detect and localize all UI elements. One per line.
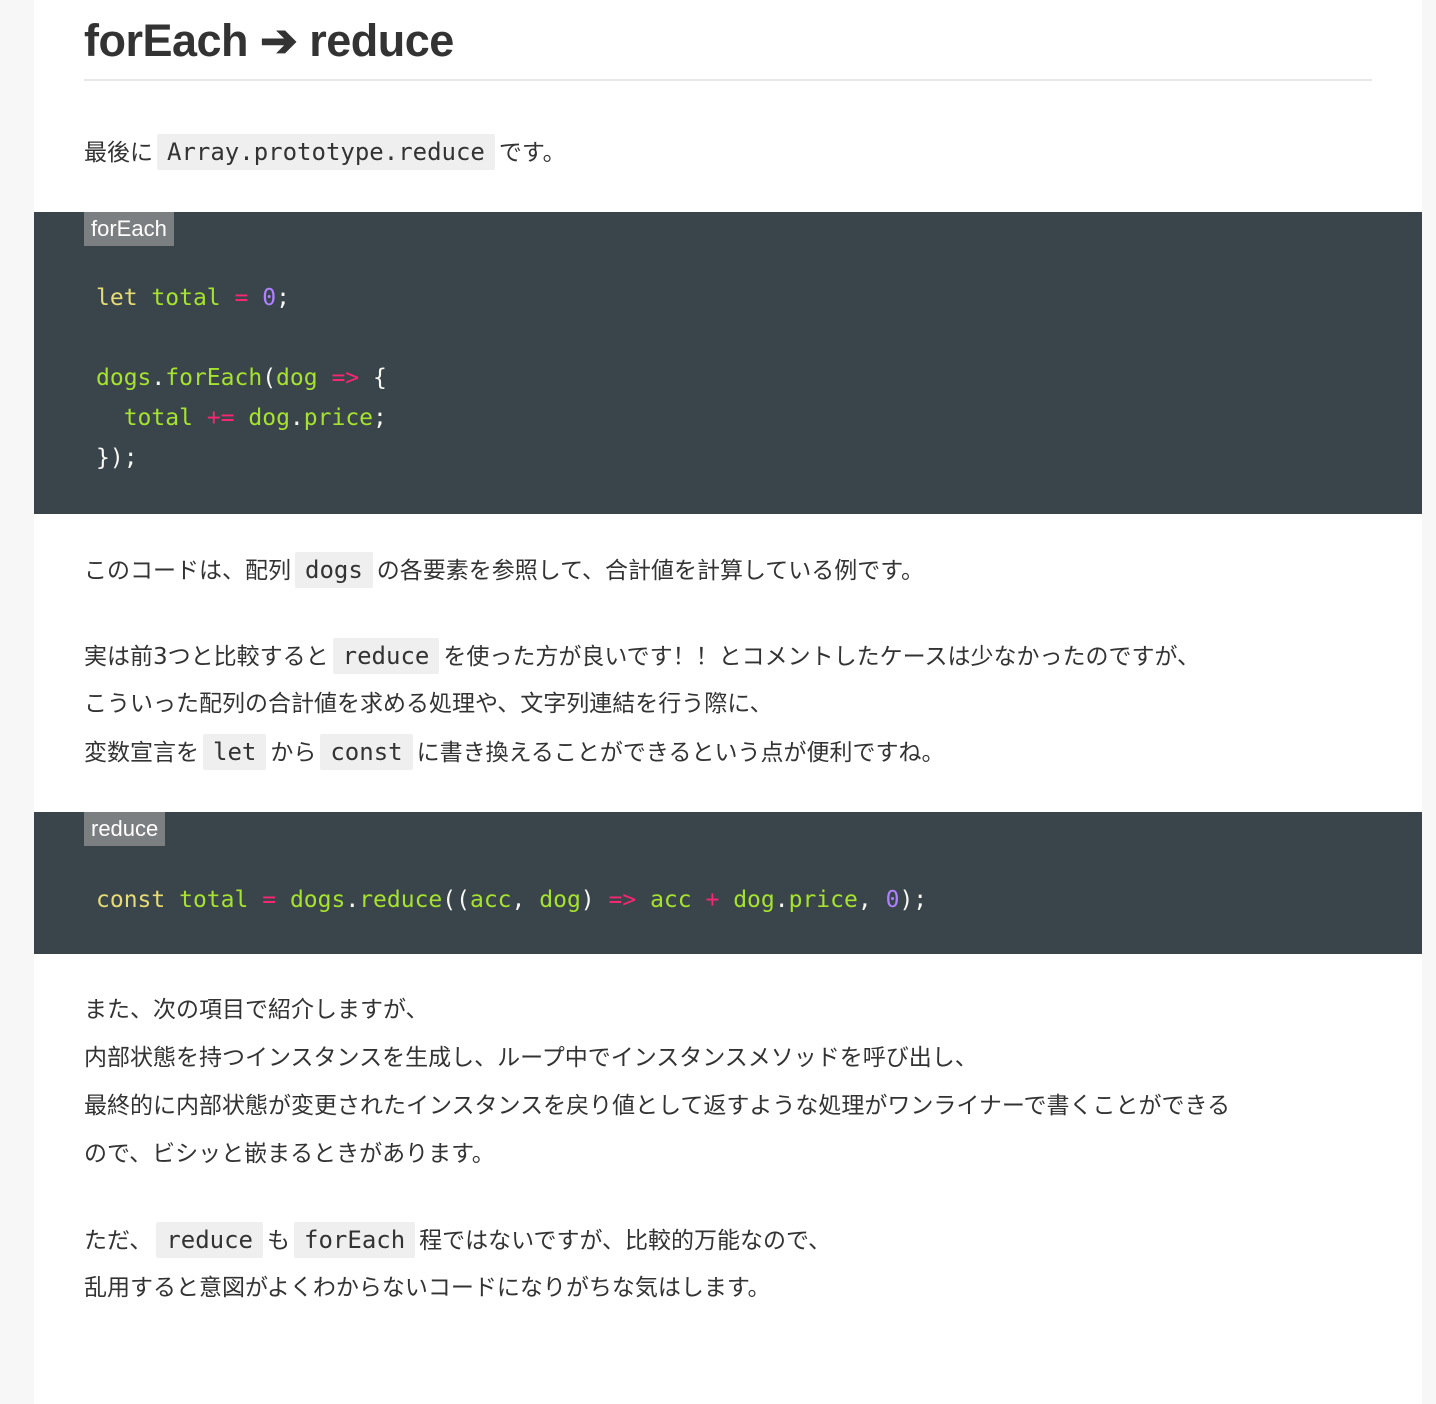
code-token-operator: += bbox=[206, 405, 235, 431]
paragraph-line: ただ、 reduce も forEach 程ではないですが、比較的万能なので、 bbox=[84, 1216, 1384, 1264]
code-token-keyword: let bbox=[96, 285, 138, 311]
paragraph-line: こういった配列の合計値を求める処理や、文字列連結を行う際に、 bbox=[84, 691, 773, 717]
code-token-punctuation: ; bbox=[373, 405, 387, 431]
paragraph-text: 実は前3つと比較すると bbox=[84, 644, 329, 670]
code-line: }); bbox=[96, 438, 387, 478]
code-line: const total = dogs.reduce((acc, dog) => … bbox=[96, 880, 927, 920]
paragraph-text: も bbox=[267, 1228, 291, 1254]
code-token-punctuation: ( bbox=[262, 365, 277, 391]
code-block-foreach: forEach let total = 0; dogs.forEach(dog … bbox=[34, 212, 1422, 514]
code-token-punctuation: . bbox=[345, 887, 360, 913]
paragraph-line: また、次の項目で紹介しますが、 bbox=[84, 997, 429, 1023]
code-token-operator: + bbox=[705, 887, 720, 913]
code-token-number: 0 bbox=[885, 887, 900, 913]
code-reduce: const total = dogs.reduce((acc, dog) => … bbox=[96, 880, 927, 920]
paragraph-foreach-explanation: このコードは、配列 dogs の各要素を参照して、合計値を計算している例です。 bbox=[84, 546, 1384, 594]
paragraph-text: を使った方が良いです！！とコメントしたケースは少なかったのですが、 bbox=[443, 644, 1201, 670]
code-token-operator: => bbox=[331, 365, 360, 391]
paragraph-reduce-usecase: また、次の項目で紹介しますが、 内部状態を持つインスタンスを生成し、ループ中でイ… bbox=[84, 986, 1384, 1178]
code-token-identifier: dog bbox=[276, 365, 318, 391]
code-token-identifier: dogs bbox=[96, 365, 152, 391]
intro-text-before: 最後に bbox=[84, 140, 153, 166]
code-token-keyword: const bbox=[96, 887, 166, 913]
code-token-punctuation: ; bbox=[276, 285, 290, 311]
code-token-identifier: acc bbox=[469, 887, 512, 913]
code-foreach: let total = 0; dogs.forEach(dog => { tot… bbox=[96, 278, 387, 478]
paragraph-line: ので、ビシッと嵌まるときがあります。 bbox=[84, 1141, 495, 1167]
code-token-identifier: acc bbox=[650, 887, 692, 913]
code-token-property: price bbox=[303, 405, 374, 431]
code-token-operator: = bbox=[234, 285, 249, 311]
paragraph-line: 乱用すると意図がよくわからないコードになりがちな気はします。 bbox=[84, 1275, 771, 1301]
code-token-punctuation: , bbox=[857, 887, 872, 913]
code-token-punctuation: ); bbox=[899, 887, 928, 913]
code-token-method: forEach bbox=[165, 365, 263, 391]
code-token-identifier: total bbox=[123, 405, 193, 431]
section-heading: forEach ➔ reduce bbox=[84, 15, 454, 66]
code-token-punctuation: , bbox=[511, 887, 526, 913]
inline-code-dogs: dogs bbox=[295, 552, 373, 588]
intro-line: 最後に Array.prototype.reduce です。 bbox=[84, 128, 1384, 176]
paragraph-text: ただ、 bbox=[84, 1228, 153, 1254]
code-token-punctuation: . bbox=[289, 405, 304, 431]
code-token-operator: => bbox=[608, 887, 637, 913]
code-block-label-foreach: forEach bbox=[84, 212, 174, 246]
code-token-punctuation: ) bbox=[580, 887, 595, 913]
code-token-number: 0 bbox=[262, 285, 277, 311]
code-token-identifier: dogs bbox=[289, 887, 346, 913]
code-token-identifier: dog bbox=[733, 887, 775, 913]
paragraph-text: このコードは、配列 bbox=[84, 558, 291, 584]
code-line: total += dog.price; bbox=[96, 398, 387, 438]
inline-code-foreach: forEach bbox=[294, 1222, 416, 1258]
inline-code-reduce: reduce bbox=[156, 1222, 264, 1258]
inline-code-const: const bbox=[320, 734, 413, 770]
code-token-property: price bbox=[788, 887, 858, 913]
code-token-punctuation: }); bbox=[96, 445, 138, 471]
paragraph-text: 程ではないですが、比較的万能なので、 bbox=[419, 1228, 832, 1254]
inline-code-array-prototype-reduce: Array.prototype.reduce bbox=[157, 134, 495, 170]
heading-divider bbox=[84, 79, 1372, 81]
code-token-identifier: dog bbox=[248, 405, 290, 431]
paragraph-text: から bbox=[270, 740, 317, 766]
code-line: dogs.forEach(dog => { bbox=[96, 358, 387, 398]
paragraph-text: 変数宣言を bbox=[84, 740, 199, 766]
paragraph-reduce-benefit: 実は前3つと比較すると reduce を使った方が良いです！！とコメントしたケースは… bbox=[84, 632, 1384, 776]
inline-code-let: let bbox=[203, 734, 267, 770]
code-block-reduce: reduce const total = dogs.reduce((acc, d… bbox=[34, 812, 1422, 954]
code-token-method: reduce bbox=[359, 887, 443, 913]
code-token-identifier: total bbox=[179, 887, 249, 913]
code-token-punctuation: { bbox=[373, 365, 387, 391]
intro-text-after: です。 bbox=[498, 140, 566, 166]
article-content: forEach ➔ reduce 最後に Array.prototype.redu… bbox=[34, 0, 1422, 1404]
paragraph-line: 実は前3つと比較すると reduce を使った方が良いです！！とコメントしたケースは… bbox=[84, 632, 1384, 680]
intro-paragraph: 最後に Array.prototype.reduce です。 bbox=[84, 128, 1384, 176]
code-block-label-reduce: reduce bbox=[84, 812, 166, 846]
inline-code-reduce: reduce bbox=[332, 638, 440, 674]
code-token-identifier: total bbox=[151, 285, 221, 311]
code-line: let total = 0; bbox=[96, 278, 387, 318]
paragraph-text: の各要素を参照して、合計値を計算している例です。 bbox=[376, 558, 924, 584]
code-token-punctuation: . bbox=[151, 365, 166, 391]
paragraph-line: 内部状態を持つインスタンスを生成し、ループ中でインスタンスメソッドを呼び出し、 bbox=[84, 1045, 978, 1071]
code-token-identifier: dog bbox=[539, 887, 581, 913]
paragraph-reduce-caveat: ただ、 reduce も forEach 程ではないですが、比較的万能なので、 乱用する… bbox=[84, 1216, 1384, 1312]
code-token-punctuation: (( bbox=[442, 887, 470, 913]
paragraph-line: 変数宣言を let から const に書き換えることができるという点が便利ですね。 bbox=[84, 728, 1384, 776]
code-token-punctuation: . bbox=[774, 887, 789, 913]
code-token-operator: = bbox=[262, 887, 277, 913]
paragraph-line: 最終的に内部状態が変更されたインスタンスを戻り値として返すような処理がワンライナ… bbox=[84, 1093, 1231, 1119]
paragraph-text: に書き換えることができるという点が便利ですね。 bbox=[416, 740, 945, 766]
paragraph-line: このコードは、配列 dogs の各要素を参照して、合計値を計算している例です。 bbox=[84, 546, 1384, 594]
